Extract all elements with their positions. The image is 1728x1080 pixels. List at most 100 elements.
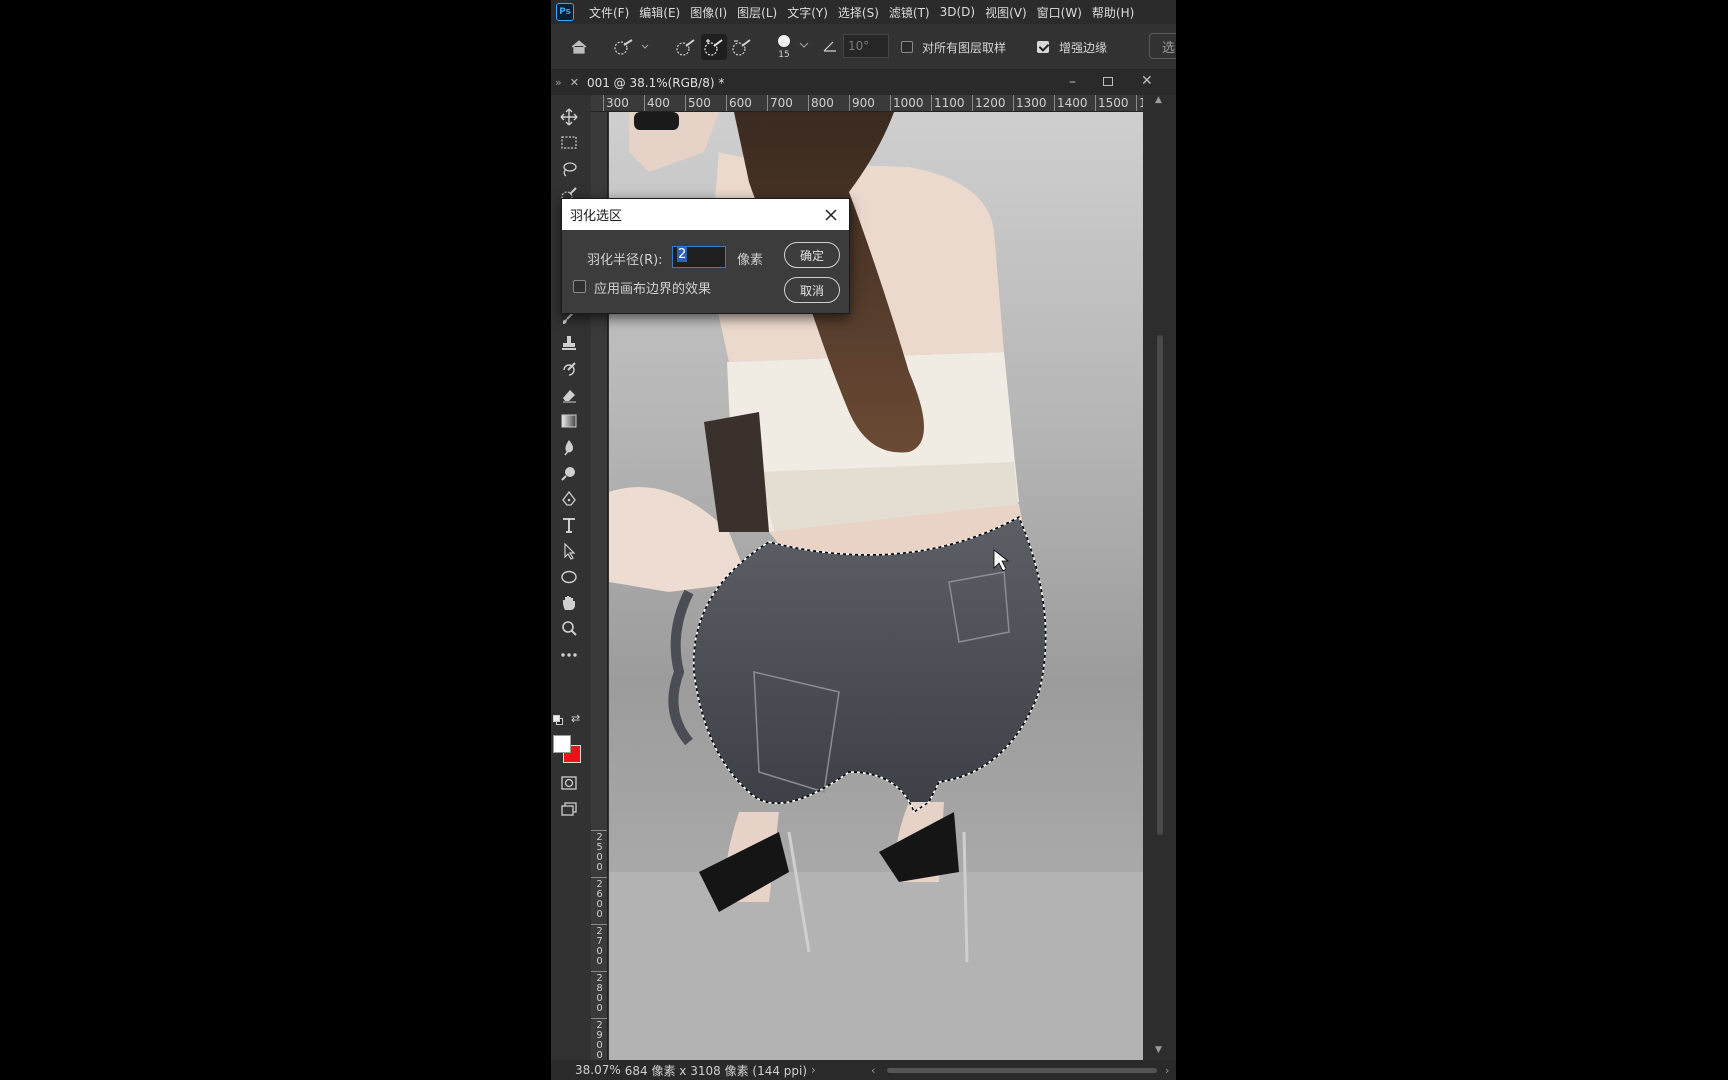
options-bar: 15 10° 对所有图层取样 增强边缘 选 [551, 24, 1176, 70]
cancel-button[interactable]: 取消 [784, 277, 840, 303]
subtract-selection-brush-icon [732, 39, 751, 56]
ok-button[interactable]: 确定 [784, 242, 840, 268]
path-selection-icon [564, 542, 576, 560]
type-tool[interactable] [557, 513, 581, 537]
tool-preset-picker[interactable] [611, 34, 653, 60]
add-to-selection-button[interactable] [701, 34, 727, 60]
apply-canvas-bounds-checkbox[interactable] [573, 280, 586, 293]
lasso-icon [563, 162, 577, 177]
menu-layer[interactable]: 图层(L) [732, 4, 782, 21]
angle-icon [823, 41, 836, 52]
close-tab-icon[interactable]: ✕ [570, 76, 579, 89]
scroll-up-icon[interactable]: ▲ [1155, 95, 1162, 105]
menu-select[interactable]: 选择(S) [833, 4, 884, 21]
stamp-icon [562, 336, 576, 350]
screen-mode-button[interactable] [557, 797, 581, 821]
menu-file[interactable]: 文件(F) [584, 4, 634, 21]
menu-view[interactable]: 视图(V) [980, 4, 1032, 21]
scroll-left-icon[interactable]: ‹ [871, 1064, 875, 1077]
new-selection-button[interactable] [673, 34, 699, 60]
collapse-panel-icon[interactable]: » [555, 76, 562, 89]
menu-edit[interactable]: 编辑(E) [634, 4, 685, 21]
foreground-color-swatch[interactable] [553, 735, 571, 753]
gradient-tool[interactable] [557, 409, 581, 433]
lasso-tool[interactable] [557, 157, 581, 181]
marquee-tool[interactable] [557, 131, 581, 155]
ruler-tick: 1100 [931, 95, 965, 111]
menu-help[interactable]: 帮助(H) [1087, 4, 1139, 21]
chevron-right-icon[interactable]: › [811, 1063, 816, 1077]
scroll-right-icon[interactable]: › [1165, 1064, 1169, 1077]
select-and-mask-button[interactable]: 选 [1149, 33, 1176, 59]
enhance-edge-checkbox[interactable] [1037, 39, 1049, 55]
clone-stamp-tool[interactable] [557, 331, 581, 355]
document-tab-title[interactable]: 001 @ 38.1%(RGB/8) * [587, 76, 724, 90]
ruler-tick: 1500 [1095, 95, 1129, 111]
more-tools-button[interactable] [557, 643, 581, 667]
maximize-window-icon[interactable] [1103, 77, 1113, 86]
menu-type[interactable]: 文字(Y) [782, 4, 833, 21]
quick-mask-button[interactable] [557, 771, 581, 795]
ruler-tick: 600 [726, 95, 752, 111]
sample-all-layers-checkbox[interactable] [901, 39, 913, 55]
minimize-window-icon[interactable]: – [1069, 74, 1076, 90]
menu-filter[interactable]: 滤镜(T) [884, 4, 935, 21]
home-button[interactable] [567, 35, 591, 59]
dialog-titlebar[interactable]: 羽化选区 [562, 199, 849, 230]
path-selection-tool[interactable] [557, 539, 581, 563]
ruler-tick: 2700 [591, 924, 607, 967]
default-colors-icon[interactable] [553, 715, 563, 725]
move-icon [560, 108, 578, 126]
eraser-tool[interactable] [557, 383, 581, 407]
ruler-tick: 2800 [591, 971, 607, 1014]
photoshop-window: Ps 文件(F) 编辑(E) 图像(I) 图层(L) 文字(Y) 选择(S) 滤… [551, 0, 1176, 1080]
zoom-tool[interactable] [557, 617, 581, 641]
scroll-down-icon[interactable]: ▼ [1155, 1045, 1162, 1055]
move-tool[interactable] [557, 105, 581, 129]
marquee-icon [561, 136, 577, 149]
brush-size-picker[interactable]: 15 [773, 29, 795, 65]
ruler-tick: 1300 [1013, 95, 1047, 111]
ruler-tick: 1200 [972, 95, 1006, 111]
subtract-from-selection-button[interactable] [729, 34, 755, 60]
gradient-icon [561, 414, 577, 428]
checkbox-box [901, 41, 913, 53]
vertical-scrollbar[interactable]: ▲ ▼ [1143, 95, 1176, 1060]
angle-input[interactable]: 10° [843, 34, 889, 58]
angle-label [821, 37, 839, 55]
brush-size-dropdown[interactable] [797, 38, 811, 52]
menu-bar: Ps 文件(F) 编辑(E) 图像(I) 图层(L) 文字(Y) 选择(S) 滤… [551, 0, 1176, 24]
ruler-tick: 2500 [591, 830, 607, 873]
horizontal-scroll-thumb[interactable] [887, 1068, 1157, 1073]
history-brush-icon [563, 362, 576, 376]
feather-radius-input[interactable]: 2 [672, 246, 726, 268]
dialog-close-button[interactable] [821, 205, 841, 225]
hand-tool[interactable] [557, 591, 581, 615]
close-window-icon[interactable]: ✕ [1141, 73, 1153, 89]
ellipse-icon [561, 570, 577, 584]
photoshop-logo-icon: Ps [556, 3, 574, 21]
ruler-tick: 2600 [591, 877, 607, 920]
swap-colors-icon[interactable]: ⇄ [571, 712, 580, 725]
hand-icon [563, 596, 575, 610]
feather-radius-unit: 像素 [737, 253, 764, 268]
history-brush-tool[interactable] [557, 357, 581, 381]
menu-3d[interactable]: 3D(D) [935, 5, 980, 19]
screen-mode-icon [561, 802, 577, 816]
ellipse-tool[interactable] [557, 565, 581, 589]
dodge-tool[interactable] [557, 461, 581, 485]
menu-image[interactable]: 图像(I) [685, 4, 732, 21]
feather-radius-label: 羽化半径(R): [587, 253, 663, 268]
brush-size-value: 15 [778, 49, 790, 60]
ellipsis-icon [561, 653, 577, 657]
pen-tool[interactable] [557, 487, 581, 511]
zoom-level[interactable]: 38.07% [575, 1063, 621, 1077]
apply-canvas-bounds-label: 应用画布边界的效果 [594, 282, 712, 297]
horizontal-ruler: 300 400 500 600 700 800 900 1000 1100 12… [591, 95, 1176, 112]
vertical-scroll-thumb[interactable] [1157, 335, 1163, 835]
menu-window[interactable]: 窗口(W) [1032, 4, 1087, 21]
quick-mask-icon [561, 776, 577, 790]
blur-tool[interactable] [557, 435, 581, 459]
horizontal-scrollbar[interactable]: ‹ › [871, 1064, 1171, 1077]
ruler-tick: 1000 [890, 95, 924, 111]
